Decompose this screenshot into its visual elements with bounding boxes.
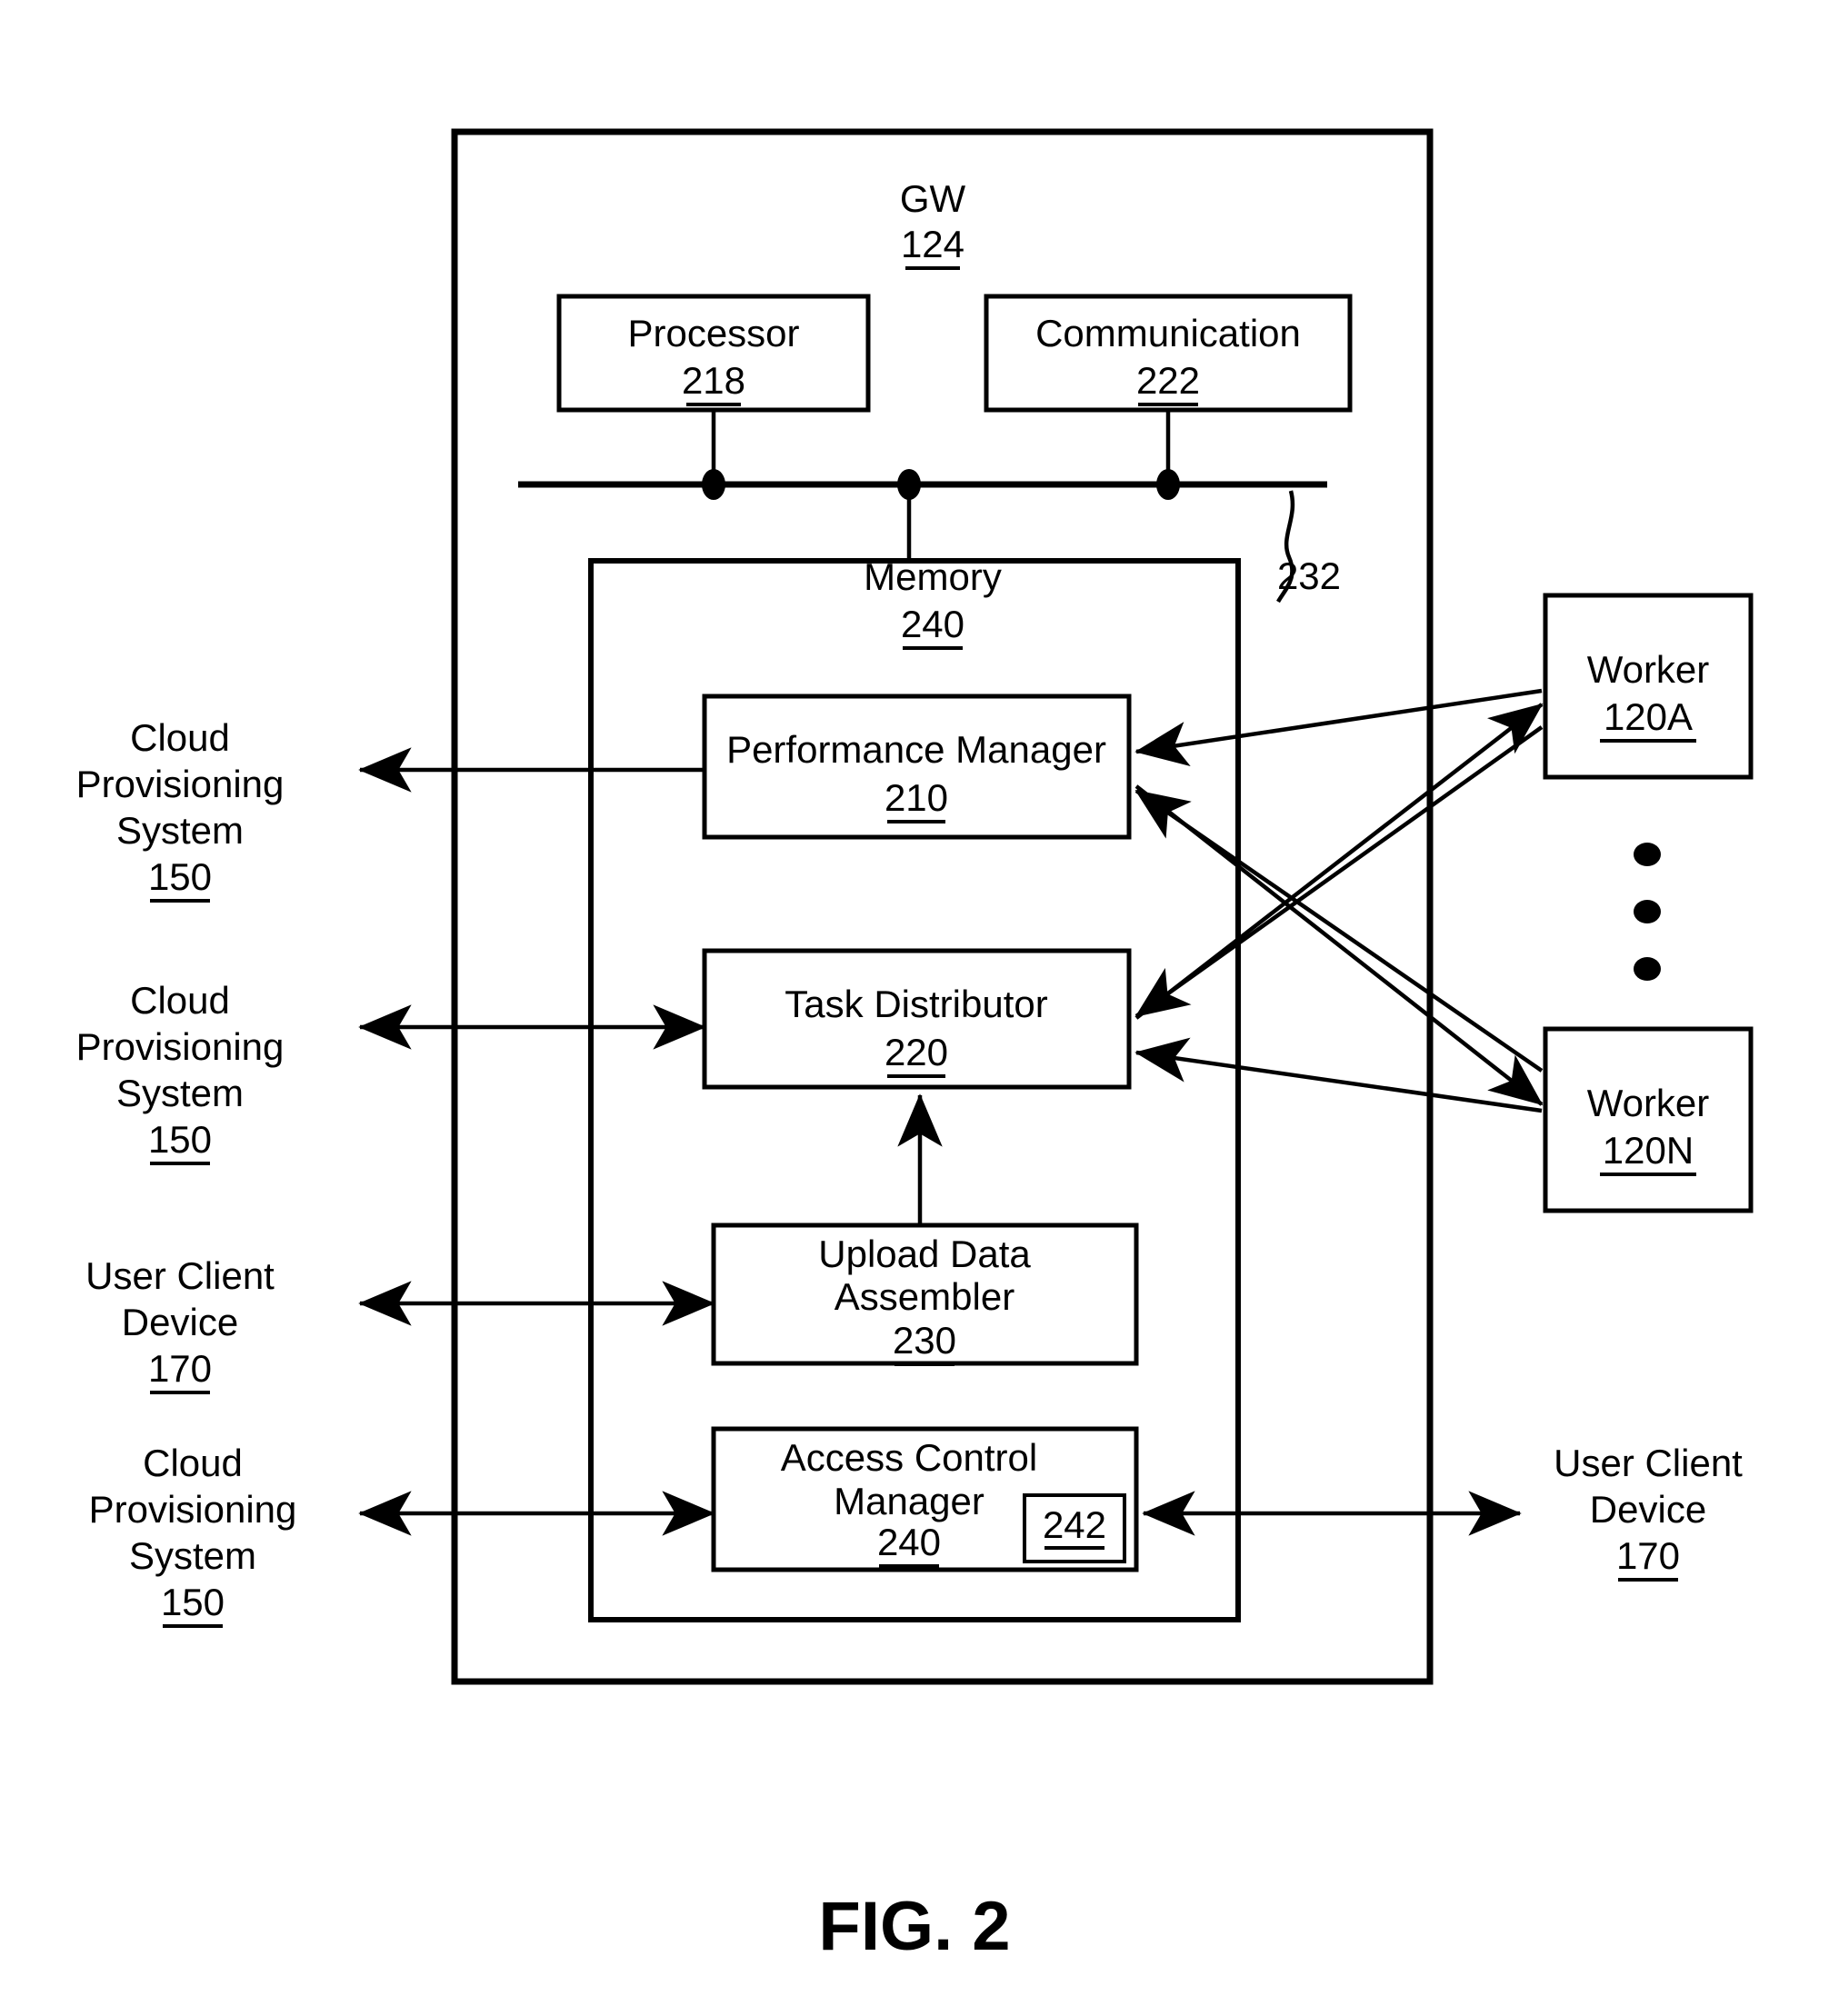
upload-data-assembler-label-line2: Assembler: [835, 1275, 1014, 1318]
figure-caption: FIG. 2: [818, 1888, 1010, 1965]
memory-label: Memory: [864, 555, 1002, 598]
bus-junction-dot-processor: [702, 469, 725, 500]
performance-manager-ref: 210: [885, 776, 948, 819]
external-right-user-client-line2: Device: [1590, 1488, 1706, 1531]
external-left-3-line2: Provisioning: [89, 1488, 297, 1531]
worker-ellipsis-dot-3: [1634, 957, 1661, 981]
access-control-manager-label-line2: Manager: [834, 1480, 984, 1522]
external-left-1-ref: 150: [148, 1118, 212, 1161]
bus-junction-dot-memory: [897, 469, 921, 500]
bus-ref-label: 232: [1277, 554, 1341, 597]
worker-120n-label: Worker: [1587, 1082, 1710, 1124]
external-left-1-line3: System: [116, 1072, 244, 1114]
processor-ref: 218: [682, 359, 745, 402]
access-control-manager-label-line1: Access Control: [781, 1436, 1037, 1479]
communication-label: Communication: [1035, 312, 1301, 354]
gateway-ref: 124: [901, 223, 964, 265]
worker-120n-ref: 120N: [1603, 1129, 1694, 1172]
external-left-1-line1: Cloud: [130, 979, 230, 1022]
task-distributor-ref: 220: [885, 1031, 948, 1073]
worker-ellipsis-dot-2: [1634, 900, 1661, 923]
external-right-user-client-line1: User Client: [1554, 1442, 1743, 1484]
external-left-3-line3: System: [129, 1534, 256, 1577]
worker-120a-ref: 120A: [1604, 695, 1693, 738]
task-distributor-label: Task Distributor: [785, 983, 1047, 1025]
upload-data-assembler-label-line1: Upload Data: [818, 1233, 1031, 1275]
external-right-user-client-ref: 170: [1616, 1534, 1680, 1577]
external-left-0-line1: Cloud: [130, 716, 230, 759]
external-left-2-ref: 170: [148, 1347, 212, 1390]
external-left-3-ref: 150: [161, 1581, 225, 1623]
external-left-0-ref: 150: [148, 855, 212, 898]
worker-120a-label: Worker: [1587, 648, 1710, 691]
external-left-1-line2: Provisioning: [76, 1025, 285, 1068]
performance-manager-label: Performance Manager: [726, 728, 1106, 771]
access-control-inner-ref: 242: [1043, 1503, 1106, 1546]
upload-data-assembler-ref: 230: [893, 1319, 956, 1362]
external-left-0-line3: System: [116, 809, 244, 852]
processor-label: Processor: [627, 312, 799, 354]
memory-ref: 240: [901, 603, 964, 645]
bus-junction-dot-communication: [1156, 469, 1180, 500]
worker-ellipsis-dot-1: [1634, 843, 1661, 866]
external-left-2-line1: User Client: [85, 1254, 275, 1297]
patent-figure: GW 124 Processor 218 Communication 222 2…: [0, 0, 1829, 2016]
external-left-0-line2: Provisioning: [76, 763, 285, 805]
gateway-title: GW: [900, 177, 966, 220]
communication-ref: 222: [1136, 359, 1200, 402]
access-control-manager-ref: 240: [877, 1521, 941, 1563]
external-left-2-line2: Device: [122, 1301, 238, 1343]
external-left-3-line1: Cloud: [143, 1442, 243, 1484]
